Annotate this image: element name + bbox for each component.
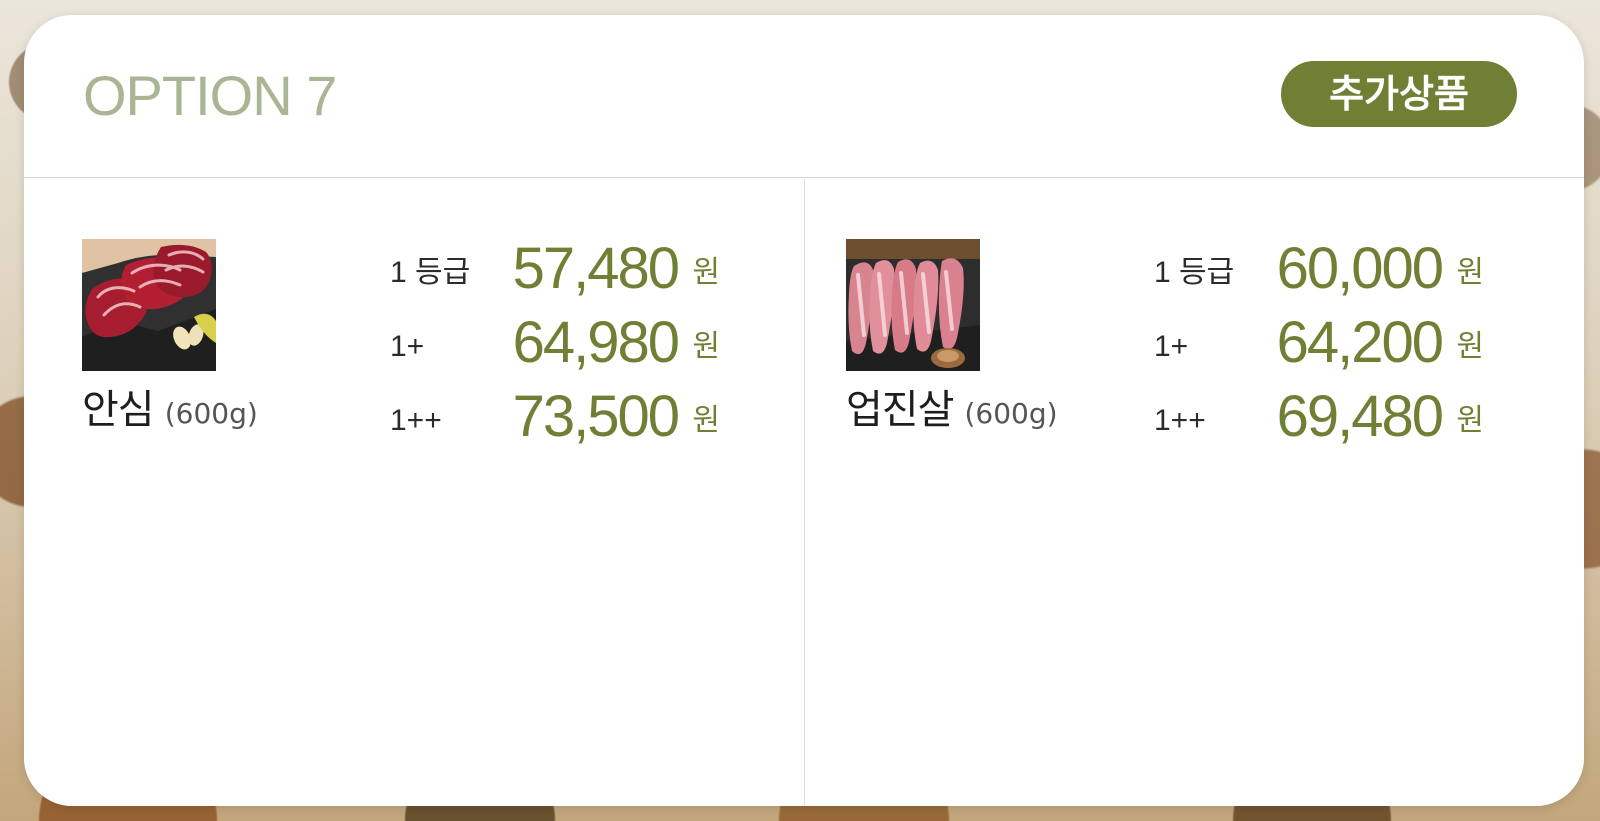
price-row: 1+ 64,200 원 xyxy=(1154,310,1484,387)
currency-unit: 원 xyxy=(692,403,720,438)
price-value: 64,200 xyxy=(1276,310,1444,375)
price-row: 1 등급 60,000 원 xyxy=(1154,236,1484,313)
column-divider xyxy=(804,177,805,806)
currency-unit: 원 xyxy=(1456,329,1484,364)
product-card-brisket: 업진살 (600g) 1 등급 60,000 원 1+ 64,200 원 1++… xyxy=(846,237,1526,449)
grade-label: 1 등급 xyxy=(1154,256,1235,289)
product-name: 업진살 xyxy=(846,387,954,433)
option-header: OPTION 7 추가상품 xyxy=(24,15,1584,178)
price-row: 1++ 69,480 원 xyxy=(1154,384,1484,461)
product-weight: (600g) xyxy=(164,397,258,430)
price-value: 69,480 xyxy=(1276,384,1444,449)
currency-unit: 원 xyxy=(692,255,720,290)
product-weight: (600g) xyxy=(964,397,1058,430)
grade-label: 1+ xyxy=(390,330,425,363)
product-name-brisket: 업진살 (600g) xyxy=(846,387,1058,437)
option-card: OPTION 7 추가상품 안심 (600g) 1 등급 57,480 원 1+… xyxy=(24,15,1584,806)
price-list-tenderloin: 1 등급 57,480 원 1+ 64,980 원 1++ 73,500 원 xyxy=(390,236,720,461)
product-name-tenderloin: 안심 (600g) xyxy=(82,387,258,437)
product-card-tenderloin: 안심 (600g) 1 등급 57,480 원 1+ 64,980 원 1++ … xyxy=(82,237,762,449)
currency-unit: 원 xyxy=(1456,255,1484,290)
option-title: OPTION 7 xyxy=(83,64,337,127)
brisket-image xyxy=(846,239,980,371)
currency-unit: 원 xyxy=(692,329,720,364)
price-row: 1++ 73,500 원 xyxy=(390,384,720,461)
product-name: 안심 xyxy=(82,387,155,433)
tenderloin-image xyxy=(82,239,216,371)
price-value: 64,980 xyxy=(512,310,680,375)
beef-brisket-icon xyxy=(846,239,980,371)
grade-label: 1+ xyxy=(1154,330,1189,363)
price-value: 57,480 xyxy=(512,236,680,301)
price-value: 73,500 xyxy=(512,384,680,449)
additional-product-badge: 추가상품 xyxy=(1281,61,1517,127)
grade-label: 1 등급 xyxy=(390,256,471,289)
price-value: 60,000 xyxy=(1276,236,1444,301)
price-row: 1 등급 57,480 원 xyxy=(390,236,720,313)
price-row: 1+ 64,980 원 xyxy=(390,310,720,387)
grade-label: 1++ xyxy=(390,404,442,437)
price-list-brisket: 1 등급 60,000 원 1+ 64,200 원 1++ 69,480 원 xyxy=(1154,236,1484,461)
grade-label: 1++ xyxy=(1154,404,1206,437)
currency-unit: 원 xyxy=(1456,403,1484,438)
beef-tenderloin-icon xyxy=(82,239,216,371)
